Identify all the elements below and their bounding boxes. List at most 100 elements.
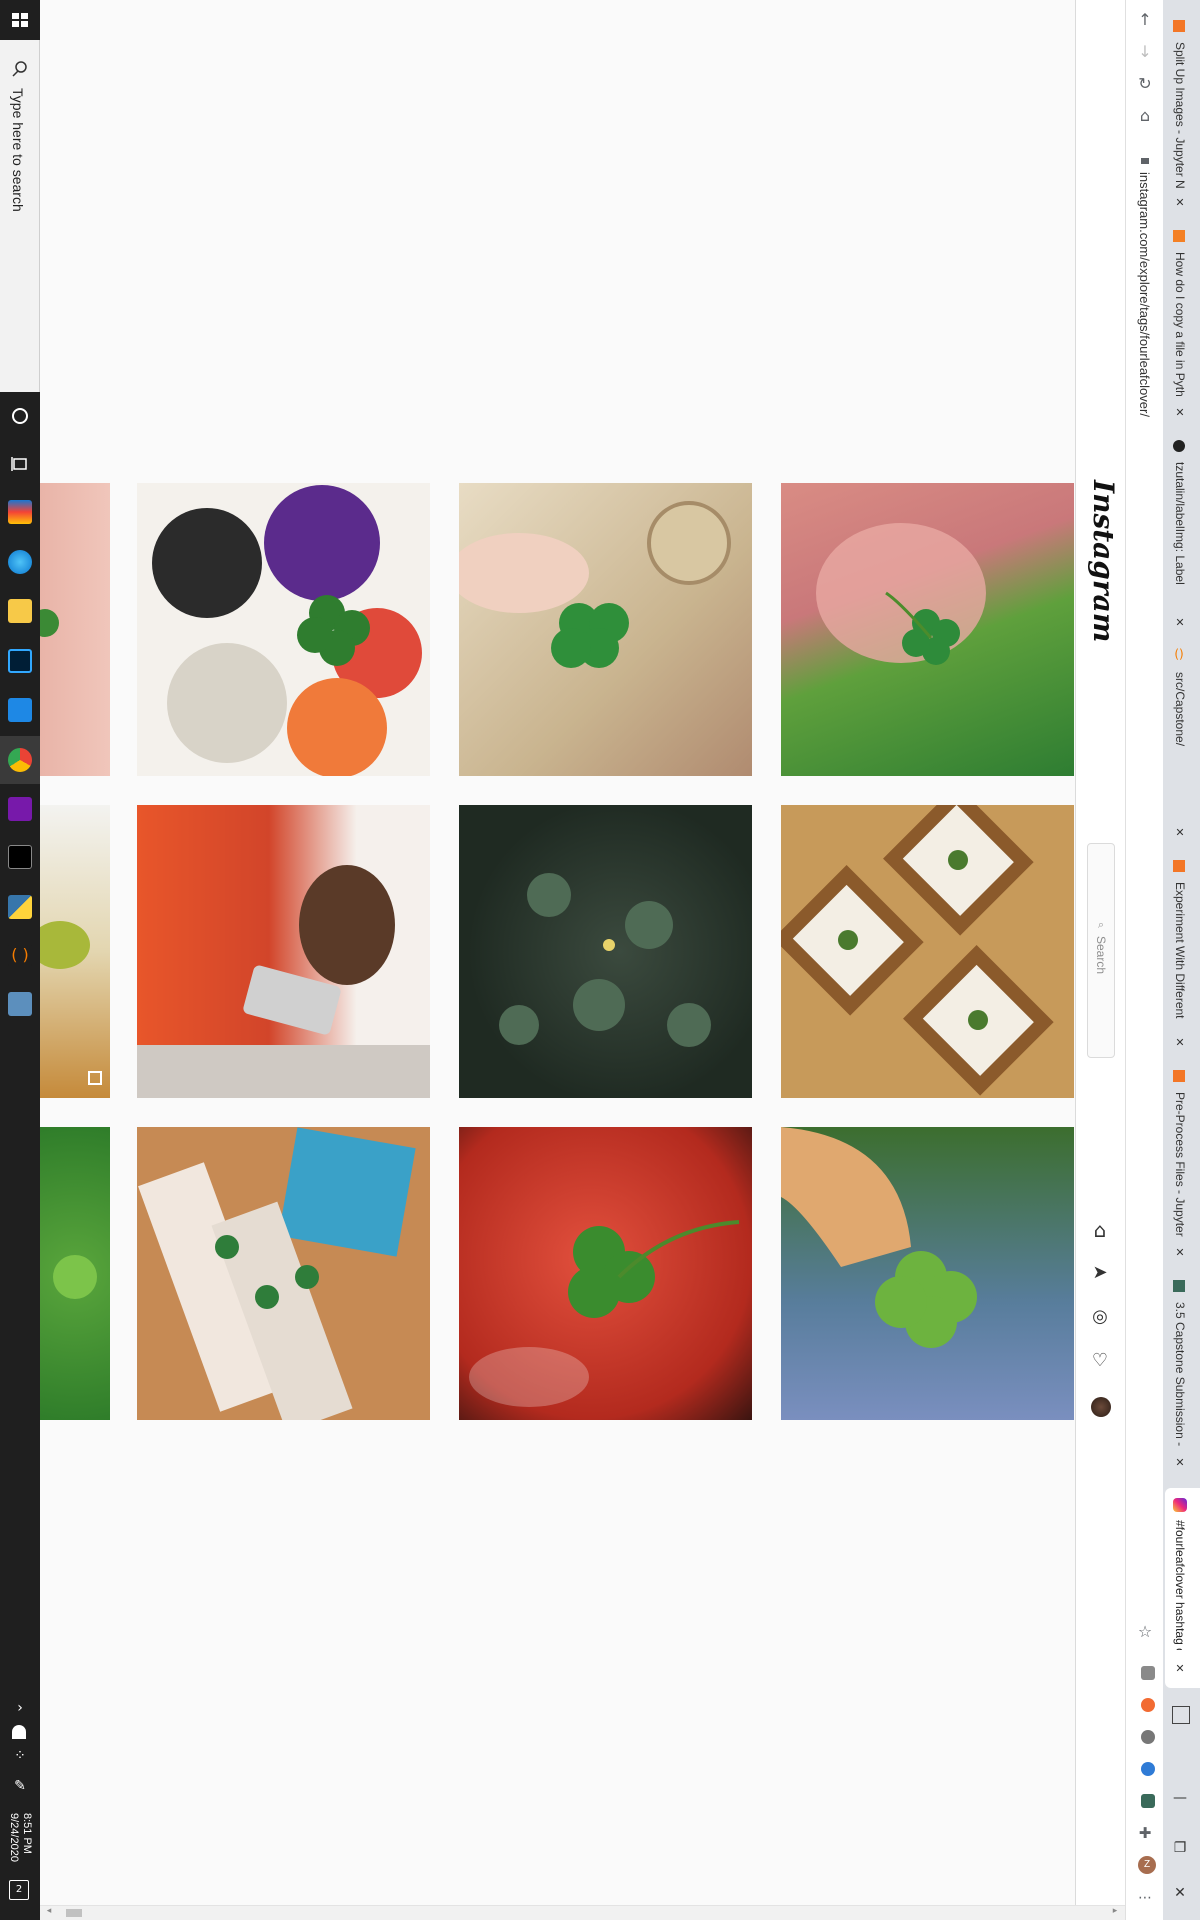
file-explorer-app-icon[interactable] bbox=[8, 599, 32, 623]
extension-gray-icon[interactable] bbox=[1141, 1730, 1155, 1744]
start-button[interactable] bbox=[0, 0, 40, 40]
leaf-image bbox=[40, 921, 90, 969]
extensions-puzzle-icon[interactable]: ✚ bbox=[1135, 1824, 1155, 1842]
grid-post[interactable] bbox=[781, 1127, 1074, 1420]
pen-icon[interactable]: ✎ bbox=[8, 1778, 32, 1794]
edge-app-icon[interactable] bbox=[8, 550, 32, 574]
python-app-icon[interactable] bbox=[8, 895, 32, 919]
hand-clover-image bbox=[40, 609, 59, 637]
cloud-icon[interactable] bbox=[12, 1725, 26, 1739]
close-tab-icon[interactable]: ✕ bbox=[1171, 1456, 1189, 1469]
jupyter-icon bbox=[1173, 860, 1185, 872]
explore-compass-icon[interactable]: ◎ bbox=[1088, 1306, 1112, 1327]
tab-title: tzutalin/labelImg: Label bbox=[1173, 462, 1187, 585]
action-center-icon[interactable]: 2 bbox=[9, 1880, 29, 1900]
tab[interactable]: () src/Capstone/ ✕ bbox=[1163, 640, 1200, 839]
clover-badges-image bbox=[152, 485, 422, 776]
close-tab-icon[interactable]: ✕ bbox=[1171, 196, 1189, 209]
chrome-app-icon[interactable] bbox=[8, 748, 32, 772]
brackets-icon: ( ) bbox=[11, 945, 29, 964]
tab-title: Pre-Process Files - Jupyter bbox=[1173, 1092, 1187, 1237]
direct-messages-icon[interactable]: ➤ bbox=[1088, 1262, 1112, 1283]
close-tab-icon[interactable]: ✕ bbox=[1171, 1036, 1189, 1049]
home-icon[interactable]: ⌂ bbox=[1088, 1218, 1112, 1242]
clover-tomato-image bbox=[469, 1220, 740, 1407]
activity-heart-icon[interactable]: ♡ bbox=[1088, 1350, 1112, 1371]
scroll-left-arrow-icon[interactable]: ◂ bbox=[44, 1906, 54, 1916]
jupyter-icon bbox=[1173, 20, 1185, 32]
restore-button[interactable]: ❐ bbox=[1170, 1840, 1190, 1856]
cortana-button[interactable] bbox=[8, 404, 32, 428]
cortana-icon bbox=[12, 408, 28, 424]
network-icon[interactable]: ⁘ bbox=[8, 1748, 32, 1764]
clover-flowers-image bbox=[781, 1127, 977, 1348]
calculator-app-icon[interactable] bbox=[8, 992, 32, 1016]
store-app-icon[interactable] bbox=[8, 500, 32, 524]
carousel-icon bbox=[88, 1071, 102, 1085]
task-view-button[interactable] bbox=[8, 452, 32, 476]
taskbar-clock[interactable]: 8:51 PM 9/24/2020 bbox=[7, 1813, 33, 1862]
profile-avatar[interactable] bbox=[1091, 1397, 1111, 1417]
terminal-app-icon[interactable] bbox=[8, 845, 32, 869]
grid-post[interactable] bbox=[40, 483, 110, 776]
address-bar-url[interactable]: instagram.com/explore/tags/fourleafclove… bbox=[1137, 172, 1152, 417]
tab[interactable]: 3.5 Capstone Submission - ✕ bbox=[1163, 1270, 1200, 1469]
clover-artwork-image bbox=[459, 501, 731, 668]
grid-post[interactable] bbox=[459, 483, 752, 776]
grid-post[interactable] bbox=[459, 1127, 752, 1420]
tab[interactable]: How do I copy a file in Pyth ✕ bbox=[1163, 220, 1200, 419]
grid-post[interactable] bbox=[40, 1127, 110, 1420]
tab[interactable]: Pre-Process Files - Jupyter ✕ bbox=[1163, 1060, 1200, 1259]
dark-clover-plants-image bbox=[499, 873, 711, 1047]
show-hidden-icons-chevron-icon[interactable]: › bbox=[10, 1700, 30, 1716]
taskbar-search-box[interactable]: Type here to search bbox=[0, 40, 40, 392]
extension-g-icon[interactable] bbox=[1141, 1666, 1155, 1680]
close-window-button[interactable]: ✕ bbox=[1170, 1885, 1190, 1901]
scrollbar-thumb[interactable] bbox=[66, 1909, 82, 1917]
tab-active[interactable]: #fourleafclover hashtag o ✕ bbox=[1165, 1488, 1200, 1688]
photoshop-app-icon[interactable] bbox=[8, 649, 32, 673]
vscode-app-icon[interactable] bbox=[8, 698, 32, 722]
instagram-search-input[interactable]: ⌕ Search bbox=[1087, 843, 1115, 1058]
extension-blue-icon[interactable] bbox=[1141, 1762, 1155, 1776]
instagram-logo[interactable]: Instagram bbox=[1087, 480, 1120, 642]
close-tab-icon[interactable]: ✕ bbox=[1171, 826, 1189, 839]
menu-icon[interactable]: ⋯ bbox=[1135, 1890, 1155, 1906]
minimize-button[interactable]: — bbox=[1170, 1790, 1190, 1806]
close-tab-icon[interactable]: ✕ bbox=[1171, 616, 1189, 629]
reload-icon[interactable]: ↻ bbox=[1135, 74, 1155, 93]
bookmark-star-icon[interactable]: ☆ bbox=[1135, 1622, 1155, 1641]
grid-post[interactable] bbox=[781, 805, 1074, 1098]
forward-arrow-icon[interactable]: ↓ bbox=[1135, 42, 1155, 61]
tab-title: src/Capstone/ bbox=[1173, 672, 1187, 747]
search-icon bbox=[12, 61, 27, 77]
close-tab-icon[interactable]: ✕ bbox=[1171, 406, 1189, 419]
profile-avatar-icon[interactable]: Z bbox=[1138, 1856, 1156, 1874]
close-tab-icon[interactable]: ✕ bbox=[1171, 1662, 1189, 1675]
back-arrow-icon[interactable]: ↑ bbox=[1135, 10, 1155, 29]
grid-post[interactable] bbox=[459, 805, 752, 1098]
scroll-right-arrow-icon[interactable]: ▸ bbox=[1110, 1906, 1120, 1916]
tab[interactable]: Experiment With Different ✕ bbox=[1163, 850, 1200, 1049]
brackets-app-icon[interactable]: ( ) bbox=[8, 943, 32, 967]
instagram-search-placeholder: Search bbox=[1094, 936, 1108, 975]
tab-search-icon[interactable] bbox=[1172, 1706, 1190, 1724]
onenote-app-icon[interactable] bbox=[8, 797, 32, 821]
framed-clovers-image bbox=[781, 805, 1054, 1096]
grid-post[interactable] bbox=[781, 483, 1074, 776]
notification-count-badge: 2 bbox=[15, 1884, 23, 1895]
extension-orange-icon[interactable] bbox=[1141, 1698, 1155, 1712]
grid-post[interactable] bbox=[137, 805, 430, 1098]
grid-post[interactable] bbox=[137, 1127, 430, 1420]
extension-green-icon[interactable] bbox=[1141, 1794, 1155, 1808]
stackoverflow-icon bbox=[1173, 230, 1185, 242]
close-tab-icon[interactable]: ✕ bbox=[1171, 1246, 1189, 1259]
tab[interactable]: tzutalin/labelImg: Label ✕ bbox=[1163, 430, 1200, 629]
grass-clover-image bbox=[53, 1255, 97, 1299]
home-button-icon[interactable]: ⌂ bbox=[1135, 106, 1155, 125]
grid-post[interactable] bbox=[137, 483, 430, 776]
grid-post[interactable] bbox=[40, 805, 110, 1098]
tab-title: #fourleafclover hashtag o bbox=[1173, 1520, 1187, 1650]
tab[interactable]: Split Up Images - Jupyter N ✕ bbox=[1163, 10, 1200, 209]
horizontal-scrollbar[interactable]: ◂ ▸ bbox=[40, 1905, 1125, 1920]
